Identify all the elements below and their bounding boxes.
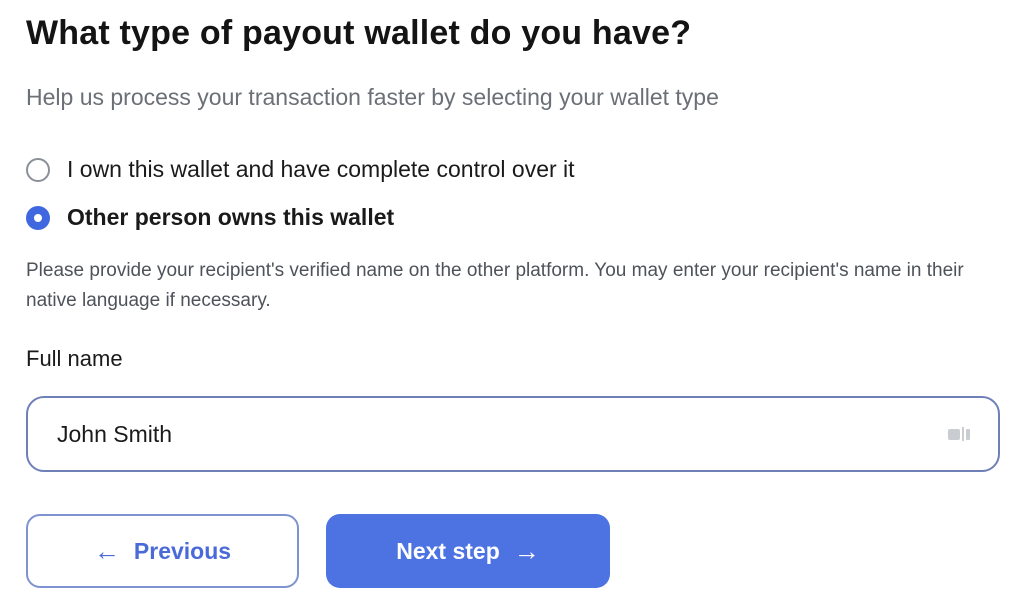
payout-wallet-form: What type of payout wallet do you have? … xyxy=(0,0,1024,608)
autofill-icon[interactable] xyxy=(948,427,970,441)
next-step-button[interactable]: Next step → xyxy=(326,514,610,588)
option-other-person-wallet-label: Other person owns this wallet xyxy=(67,204,395,230)
recipient-help-text: Please provide your recipient's verified… xyxy=(26,260,964,311)
previous-button-label: Previous xyxy=(133,537,232,564)
previous-button[interactable]: ← Previous xyxy=(26,514,299,588)
option-own-wallet-label: I own this wallet and have complete cont… xyxy=(67,156,575,182)
option-own-wallet[interactable]: I own this wallet and have complete cont… xyxy=(26,156,575,183)
page-title: What type of payout wallet do you have? xyxy=(26,14,692,52)
full-name-input[interactable] xyxy=(57,420,948,448)
radio-own-wallet[interactable] xyxy=(26,157,50,182)
next-step-button-label: Next step xyxy=(396,537,500,564)
page-subtitle: Help us process your transaction faster … xyxy=(26,84,719,110)
option-other-person-wallet[interactable]: Other person owns this wallet xyxy=(26,204,394,231)
full-name-field[interactable] xyxy=(26,396,1000,472)
full-name-label: Full name xyxy=(26,346,123,371)
arrow-right-icon: → xyxy=(513,535,540,566)
radio-other-person-wallet[interactable] xyxy=(26,205,50,230)
arrow-left-icon: ← xyxy=(93,535,120,566)
